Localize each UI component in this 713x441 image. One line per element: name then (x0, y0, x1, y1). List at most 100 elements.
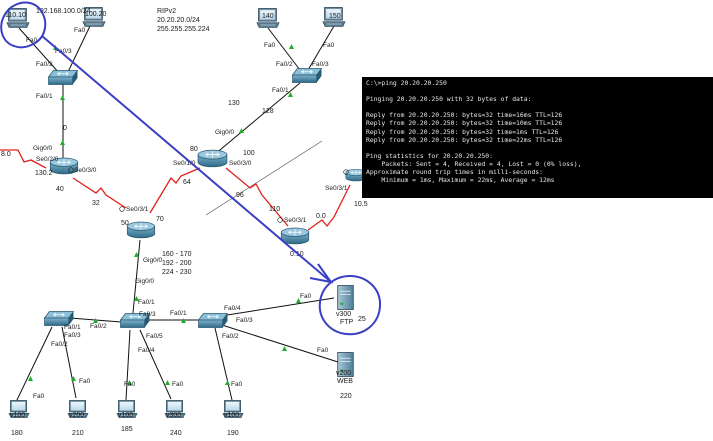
console-line: Reply from 20.20.20.250: bytes=32 time=2… (366, 135, 563, 144)
router-3-icon[interactable] (126, 221, 156, 239)
clock-icons (68, 167, 349, 223)
link-sw3-v300 (139, 329, 172, 400)
port-fa0-1-sw3-up: Fa0/1 (138, 299, 155, 306)
label-0-0: 0.0 (316, 213, 326, 220)
port-fa0-1-sw3-right: Fa0/1 (170, 310, 187, 317)
label-25: 25 (358, 316, 366, 323)
port-fa0-web: Fa0 (317, 347, 329, 354)
port-fa0-3-sw4: Fa0/3 (64, 332, 81, 339)
annotation-arrow-line (41, 35, 332, 283)
port-fa0-pc190: Fa0 (231, 381, 243, 388)
label-80: 80 (190, 146, 198, 153)
label-100: 100 (243, 150, 255, 157)
label-vlan-range-1: 160 - 170 (162, 251, 192, 258)
port-se0-3-0-r2: Se0/3/0 (229, 160, 252, 167)
label-185: 185 (121, 426, 133, 433)
port-fa0-1-sw4: Fa0/1 (64, 324, 81, 331)
port-fa0-1-sw1: Fa0/1 (36, 93, 53, 100)
switch-1-icon[interactable] (48, 70, 78, 85)
port-fa0-2-sw4b: Fa0/2 (51, 341, 68, 348)
ftp-server-icon[interactable] (337, 285, 354, 310)
console-line: Reply from 20.20.20.250: bytes=32 time=1… (366, 111, 563, 120)
port-fa0-ftp: Fa0 (300, 293, 312, 300)
port-gig0-0-r2: Gig0/0 (215, 129, 235, 136)
port-fa0-pc150: Fa0 (323, 42, 335, 49)
console-line: Minimum = 1ms, Maximum = 22ms, Average =… (366, 176, 555, 185)
label-180: 180 (11, 430, 23, 437)
port-fa0-pc100: Fa0 (74, 27, 86, 34)
label-8: 8.0 (1, 151, 11, 158)
network-topology-canvas: 110.10 192.168.100.0/24 100.20 RIPv2 20.… (0, 1, 382, 437)
console-line: Ping statistics for 20.20.20.250: (366, 151, 493, 160)
port-fa0-2-sw1: Fa0/2 (36, 61, 53, 68)
port-se0-3-1-r4: Se0/3/1 (284, 217, 307, 224)
label-pc-110: 110.10 (5, 12, 26, 19)
console-line: Pinging 20.20.20.250 with 32 bytes of da… (366, 95, 532, 104)
label-vlan-range-3: 224 - 230 (162, 269, 192, 276)
label-96: 96 (236, 192, 244, 199)
command-prompt-window[interactable]: C:\>ping 20.20.20.250 Pinging 20.20.20.25… (362, 77, 713, 198)
clock-icon (119, 206, 125, 212)
label-pc-v100-190: v100 (224, 412, 239, 419)
console-line: Approximate round trip times in milli-se… (366, 168, 543, 177)
port-fa0-4-sw3: Fa0/4 (138, 347, 155, 354)
link-sw5-web (221, 324, 339, 363)
label-130-2: 130.2 (35, 170, 53, 177)
port-fa0-2-sw5: Fa0/2 (222, 333, 239, 340)
port-fa0-pc180: Fa0 (33, 393, 45, 400)
router-2-icon[interactable] (197, 149, 228, 168)
port-gig0-0-r1: Gig0/0 (33, 145, 53, 152)
label-70: 70 (156, 216, 164, 223)
label-64: 64 (183, 179, 191, 186)
label-network-192: 192.168.100.0/24 (36, 8, 91, 15)
label-0: 0 (63, 125, 67, 132)
console-line: Reply from 20.20.20.250: bytes=32 time=1… (366, 119, 563, 128)
port-fa0-2-sw4: Fa0/2 (90, 323, 107, 330)
port-fa0-5-sw3: Fa0/5 (146, 333, 163, 340)
port-gig0-0-sw3: Gig0/0 (135, 278, 155, 285)
label-ftp-name: FTP (340, 319, 354, 326)
port-fa0-pc140: Fa0 (264, 42, 276, 49)
switch-5-icon[interactable] (198, 313, 228, 328)
port-se0-2-0: Se0/2/0 (36, 156, 59, 163)
switch-2-icon[interactable] (292, 68, 322, 83)
label-ftp-v300: v300 (336, 311, 351, 318)
console-line: Reply from 20.20.20.250: bytes=32 time=1… (366, 127, 559, 136)
console-line: C:\>ping 20.20.20.250 (366, 79, 447, 87)
port-se0-3-1-r3: Se0/3/1 (126, 206, 149, 213)
port-fa0-3-sw3: Fa0/3 (139, 311, 156, 318)
label-220: 220 (340, 393, 352, 400)
port-fa0-3-sw2: Fa0/3 (312, 61, 329, 68)
label-pc-100: 100.20 (85, 11, 107, 18)
label-240: 240 (170, 430, 182, 437)
label-130: 130 (228, 100, 240, 107)
serial-r2-r3 (149, 167, 201, 214)
label-vlan-range-2: 192 - 200 (162, 260, 192, 267)
label-pc-v100-180: v100 (10, 412, 25, 419)
label-128: 128 (262, 108, 274, 115)
label-web-v200: v200 (336, 370, 351, 377)
port-se0-3-0-r1: Se0/3/0 (74, 167, 97, 174)
port-fa0-4-sw5: Fa0/4 (224, 305, 241, 312)
label-190: 190 (227, 430, 239, 437)
label-rip-mask: 255.255.255.224 (157, 26, 210, 33)
label-40: 40 (56, 186, 64, 193)
label-pc-v200-210: v200 (69, 412, 84, 419)
port-fa0-pc210: Fa0 (79, 378, 91, 385)
label-pc-140: 140 (262, 13, 274, 20)
port-fa0-2-sw2: Fa0/2 (276, 61, 293, 68)
label-pc-150: 150 (329, 13, 341, 20)
label-10-5: 10.5 (354, 201, 368, 208)
label-pc-v100-185: v100 (118, 412, 133, 419)
link-sw3-v100b (125, 329, 131, 401)
port-se0-3-1-r5: Se0/3/1 (325, 185, 348, 192)
router-4-icon[interactable] (280, 227, 310, 245)
label-pc-v300-240: v300 (166, 412, 181, 419)
port-fa0-pc240: Fa0 (172, 381, 184, 388)
port-gig0-0-r3: Gig0/0 (143, 257, 163, 264)
label-32: 32 (92, 200, 100, 207)
clock-icon (277, 217, 283, 223)
